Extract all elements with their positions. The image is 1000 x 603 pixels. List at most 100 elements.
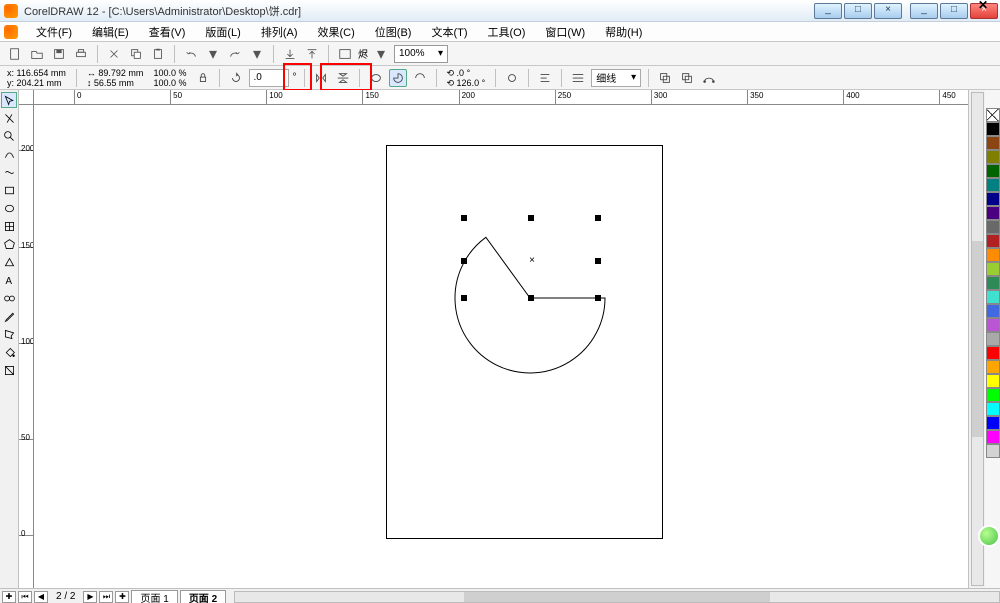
direction-toggle-button[interactable] [503,69,521,87]
minimize-inner-button[interactable]: _ [814,3,842,19]
handle-w[interactable] [461,258,467,264]
handle-s[interactable] [528,295,534,301]
menu-layout[interactable]: 版面(L) [195,22,250,42]
basic-shapes-tool[interactable] [1,254,17,270]
print-icon[interactable] [72,45,90,63]
convert-curves-button[interactable] [700,69,718,87]
first-page-button[interactable]: ⏮ [18,591,32,603]
eyedropper-tool[interactable] [1,308,17,324]
handle-ne[interactable] [595,215,601,221]
handle-se[interactable] [595,295,601,301]
maximize-inner-button[interactable]: □ [844,3,872,19]
graph-paper-tool[interactable] [1,218,17,234]
swatch[interactable] [986,262,1000,276]
handle-n[interactable] [528,215,534,221]
outline-width-select[interactable]: 细线▾ [591,69,641,87]
undo-dropdown-icon[interactable]: ▾ [204,45,222,63]
rectangle-tool[interactable] [1,182,17,198]
menu-bitmap[interactable]: 位图(B) [365,22,422,42]
wrap-text-button[interactable] [536,69,554,87]
swatch[interactable] [986,178,1000,192]
pick-tool[interactable] [1,92,17,108]
arc-mode-button[interactable] [411,69,429,87]
import-icon[interactable] [281,45,299,63]
menu-effects[interactable]: 效果(C) [308,22,365,42]
pie-mode-button[interactable] [389,69,407,87]
swatch[interactable] [986,206,1000,220]
export-icon[interactable] [303,45,321,63]
last-page-button[interactable]: ⏭ [99,591,113,603]
swatch[interactable] [986,122,1000,136]
menu-arrange[interactable]: 排列(A) [251,22,308,42]
mirror-h-button[interactable] [312,69,330,87]
prev-page-button[interactable]: ◀ [34,591,48,603]
swatch[interactable] [986,290,1000,304]
to-back-button[interactable] [678,69,696,87]
swatch[interactable] [986,248,1000,262]
menu-tools[interactable]: 工具(O) [478,22,536,42]
menu-view[interactable]: 查看(V) [139,22,196,42]
vertical-scrollbar[interactable] [968,90,985,588]
paste-icon[interactable] [149,45,167,63]
mirror-v-button[interactable] [334,69,352,87]
redo-icon[interactable] [226,45,244,63]
swatch[interactable] [986,192,1000,206]
swatch[interactable] [986,220,1000,234]
menu-edit[interactable]: 编辑(E) [82,22,139,42]
menu-window[interactable]: 窗口(W) [535,22,595,42]
minimize-button[interactable]: _ [910,3,938,19]
smart-draw-tool[interactable] [1,164,17,180]
next-page-button[interactable]: ▶ [83,591,97,603]
zoom-tool[interactable] [1,128,17,144]
undo-icon[interactable] [182,45,200,63]
swatch[interactable] [986,388,1000,402]
swatch[interactable] [986,234,1000,248]
assist-badge-icon[interactable] [978,525,1000,547]
open-icon[interactable] [28,45,46,63]
docker-close-button[interactable]: ✕ [976,0,990,12]
vertical-ruler[interactable]: 050100150200 [19,105,34,588]
app-launcher-icon[interactable] [336,45,354,63]
save-icon[interactable] [50,45,68,63]
drawing-surface[interactable]: × [34,105,953,573]
page-tab-1[interactable]: 页面 1 [131,590,177,603]
canvas[interactable]: 050100150200250300350400450 050100150200… [19,90,968,588]
text-tool[interactable]: A [1,272,17,288]
swatch[interactable] [986,318,1000,332]
handle-e[interactable] [595,258,601,264]
swatch[interactable] [986,276,1000,290]
pie-angles[interactable]: ⟲ .0 ° ⟲ 126.0 ° [444,68,489,88]
add-page-button[interactable]: ✚ [2,591,16,603]
menu-file[interactable]: 文件(F) [26,22,82,42]
lock-ratio-button[interactable] [194,69,212,87]
outline-tool[interactable] [1,326,17,342]
lock-dropdown-icon[interactable]: ▾ [372,45,390,63]
menu-text[interactable]: 文本(T) [421,22,477,42]
swatch[interactable] [986,332,1000,346]
page-tab-2[interactable]: 页面 2 [180,590,226,603]
swatch[interactable] [986,360,1000,374]
swatch-none[interactable] [986,108,1000,122]
swatch[interactable] [986,430,1000,444]
rotation-input[interactable] [249,69,289,87]
interactive-blend-tool[interactable] [1,290,17,306]
handle-sw[interactable] [461,295,467,301]
swatch[interactable] [986,136,1000,150]
object-size[interactable]: ↔ 89.792 mm ↕ 56.55 mm [84,68,147,88]
object-scale[interactable]: 100.0 % 100.0 % [150,68,189,88]
close-inner-button[interactable]: × [874,3,902,19]
interactive-fill-tool[interactable] [1,362,17,378]
redo-dropdown-icon[interactable]: ▾ [248,45,266,63]
object-position[interactable]: x: 116.654 mm y: 204.21 mm [4,68,69,88]
to-front-button[interactable] [656,69,674,87]
ruler-corner[interactable] [19,90,34,105]
freehand-tool[interactable] [1,146,17,162]
polygon-tool[interactable] [1,236,17,252]
copy-icon[interactable] [127,45,145,63]
horizontal-ruler[interactable]: 050100150200250300350400450 [34,90,968,105]
swatch[interactable] [986,346,1000,360]
ellipse-mode-button[interactable] [367,69,385,87]
maximize-button[interactable]: □ [940,3,968,19]
cut-icon[interactable] [105,45,123,63]
swatch[interactable] [986,416,1000,430]
